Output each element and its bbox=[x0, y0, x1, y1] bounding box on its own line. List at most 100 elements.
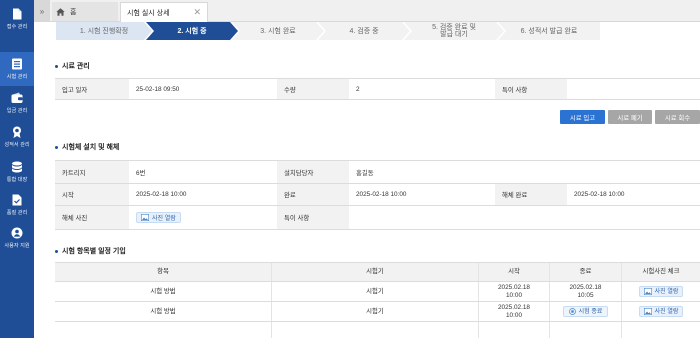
sample-dispose-button[interactable]: 시료 폐기 bbox=[608, 110, 652, 124]
receipt-date-label: 입고 일자 bbox=[55, 79, 129, 99]
sidebar-item-label: 통합 대장 bbox=[6, 177, 28, 183]
cell-empty bbox=[479, 322, 550, 338]
test-end-label: 시험 종료 bbox=[578, 308, 603, 315]
dismantle-label: 해체 완료 bbox=[495, 184, 567, 205]
cell-item: 시험 방법 bbox=[55, 282, 272, 301]
tab-home[interactable]: 홈 bbox=[52, 2, 118, 21]
sidebar: 접수 관리 시험 관리 입금 관리 성적서 관리 통합 대장 품질 관리 사용자… bbox=[0, 0, 34, 338]
sample-info-row: 입고 일자 25-02-18 09:50 수량 2 특이 사항 bbox=[55, 78, 700, 100]
start-value: 2025-02-18 10:00 bbox=[136, 191, 187, 198]
image-icon bbox=[643, 288, 652, 295]
file-check-icon bbox=[12, 194, 22, 206]
column-header-start: 시작 bbox=[479, 263, 550, 281]
step-1: 1. 시험 진행확정 bbox=[56, 22, 152, 40]
home-icon bbox=[56, 7, 65, 16]
cell-empty bbox=[55, 322, 272, 338]
sidebar-item-label: 성적서 관리 bbox=[4, 142, 30, 148]
quantity-value: 2 bbox=[356, 85, 360, 93]
photo-view-label: 사진 열람 bbox=[654, 308, 679, 315]
tab-bar: » 홈 시험 실시 상세 ✕ bbox=[34, 0, 700, 22]
cell-machine: 시험기 bbox=[272, 282, 479, 301]
column-header-item: 항목 bbox=[55, 263, 272, 281]
sidebar-item-reception[interactable]: 접수 관리 bbox=[0, 2, 34, 36]
table-header-row: 항목 시험기 시작 종료 시험사진 체크 bbox=[55, 262, 700, 282]
sidebar-toggle-button[interactable]: » bbox=[34, 0, 50, 22]
cell-end: 시험 종료 bbox=[550, 302, 622, 321]
close-icon[interactable]: ✕ bbox=[193, 7, 201, 18]
step-label: 2. 시험 중 bbox=[177, 27, 207, 35]
sidebar-item-label: 품질 관리 bbox=[6, 210, 28, 216]
sidebar-item-report[interactable]: 성적서 관리 bbox=[0, 120, 34, 154]
sample-remarks-label: 특이 사항 bbox=[495, 79, 567, 99]
dismantle-photo-label: 해체 사진 bbox=[55, 206, 129, 229]
section-title-text: 시험 항목별 일정 기입 bbox=[62, 248, 126, 255]
photo-view-label: 사진 열람 bbox=[654, 288, 679, 295]
section-title-sample: 시료 관리 bbox=[55, 61, 90, 71]
sidebar-item-test[interactable]: 시험 관리 bbox=[0, 52, 34, 86]
cell-start: 2025.02.18 10:00 bbox=[479, 302, 550, 321]
bullet-icon bbox=[55, 64, 58, 68]
column-header-photo: 시험사진 체크 bbox=[622, 263, 700, 281]
cell-photo: 사진 열람 bbox=[622, 282, 700, 301]
start-label: 시작 bbox=[55, 184, 129, 205]
sidebar-item-payment[interactable]: 입금 관리 bbox=[0, 86, 34, 120]
section-title-fixture: 시험체 설치 및 해체 bbox=[55, 142, 119, 152]
ribbon-icon bbox=[13, 126, 21, 138]
cell-end: 2025.02.18 10:05 bbox=[550, 282, 622, 301]
cell-photo: 사진 열람 bbox=[622, 302, 700, 321]
installer-label: 설치담당자 bbox=[277, 161, 349, 183]
step-3: 3. 시험 완료 bbox=[232, 22, 324, 40]
quantity-label: 수량 bbox=[277, 79, 349, 99]
sidebar-item-label: 입금 관리 bbox=[6, 108, 28, 114]
step-5: 5. 검증 완료 및 발급 대기 bbox=[404, 22, 504, 40]
cell-empty bbox=[550, 322, 622, 338]
step-4: 4. 검증 중 bbox=[318, 22, 410, 40]
cell-empty bbox=[622, 322, 700, 338]
cartridge-value: 6번 bbox=[136, 169, 146, 177]
dismantle-value: 2025-02-18 10:00 bbox=[574, 191, 625, 198]
tab-label: 홈 bbox=[70, 8, 77, 16]
sidebar-item-support[interactable]: 사용자 지원 bbox=[0, 221, 34, 255]
fixture-remarks-label: 특이 사항 bbox=[277, 206, 349, 229]
cell-machine: 시험기 bbox=[272, 302, 479, 321]
fixture-remarks-value bbox=[349, 206, 700, 229]
cell-item: 시험 방법 bbox=[55, 302, 272, 321]
step-2: 2. 시험 중 bbox=[146, 22, 238, 40]
photo-view-button[interactable]: 사진 열람 bbox=[638, 306, 684, 317]
list-icon bbox=[12, 58, 22, 70]
sample-receive-button[interactable]: 시료 입고 bbox=[560, 110, 605, 124]
table-row-empty bbox=[55, 322, 700, 338]
image-icon bbox=[643, 308, 652, 315]
section-title-schedule: 시험 항목별 일정 기입 bbox=[55, 246, 126, 256]
sample-remarks-value bbox=[567, 79, 700, 99]
tab-label: 시험 실시 상세 bbox=[127, 9, 170, 17]
tab-test-detail[interactable]: 시험 실시 상세 ✕ bbox=[120, 2, 208, 22]
step-label: 1. 시험 진행확정 bbox=[79, 27, 129, 35]
installer-value: 홍길동 bbox=[356, 169, 374, 177]
section-title-text: 시험체 설치 및 해체 bbox=[62, 144, 120, 151]
step-label: 6. 성적서 발급 완료 bbox=[520, 27, 578, 35]
sidebar-item-quality[interactable]: 품질 관리 bbox=[0, 188, 34, 222]
cell-start: 2025.02.18 10:00 bbox=[479, 282, 550, 301]
sidebar-item-label: 접수 관리 bbox=[6, 24, 28, 30]
double-chevron-right-icon: » bbox=[39, 6, 45, 16]
step-6: 6. 성적서 발급 완료 bbox=[498, 22, 600, 40]
test-end-button[interactable]: 시험 종료 bbox=[562, 306, 609, 317]
complete-label: 완료 bbox=[277, 184, 349, 205]
column-header-machine: 시험기 bbox=[272, 263, 479, 281]
sidebar-item-ledger[interactable]: 통합 대장 bbox=[0, 155, 34, 189]
fixture-row-2: 시작 2025-02-18 10:00 완료 2025-02-18 10:00 … bbox=[55, 184, 700, 206]
cell-empty bbox=[272, 322, 479, 338]
photo-view-button[interactable]: 사진 열람 bbox=[638, 286, 684, 297]
table-row: 시험 방법 시험기 2025.02.18 10:00 시험 종료 사진 열람 bbox=[55, 302, 700, 322]
wallet-icon bbox=[11, 92, 23, 103]
sample-retrieve-button[interactable]: 시료 회수 bbox=[655, 110, 700, 124]
stop-circle-icon bbox=[568, 308, 576, 315]
photo-view-button[interactable]: 사진 열람 bbox=[136, 212, 181, 223]
column-header-end: 종료 bbox=[550, 263, 622, 281]
dismantle-photo-cell: 사진 열람 bbox=[129, 206, 277, 229]
image-icon bbox=[141, 214, 149, 221]
bullet-icon bbox=[55, 249, 58, 253]
step-label: 4. 검증 중 bbox=[349, 27, 379, 35]
progress-stepper: 1. 시험 진행확정 2. 시험 중 3. 시험 완료 4. 검증 중 5. 검… bbox=[56, 22, 600, 40]
